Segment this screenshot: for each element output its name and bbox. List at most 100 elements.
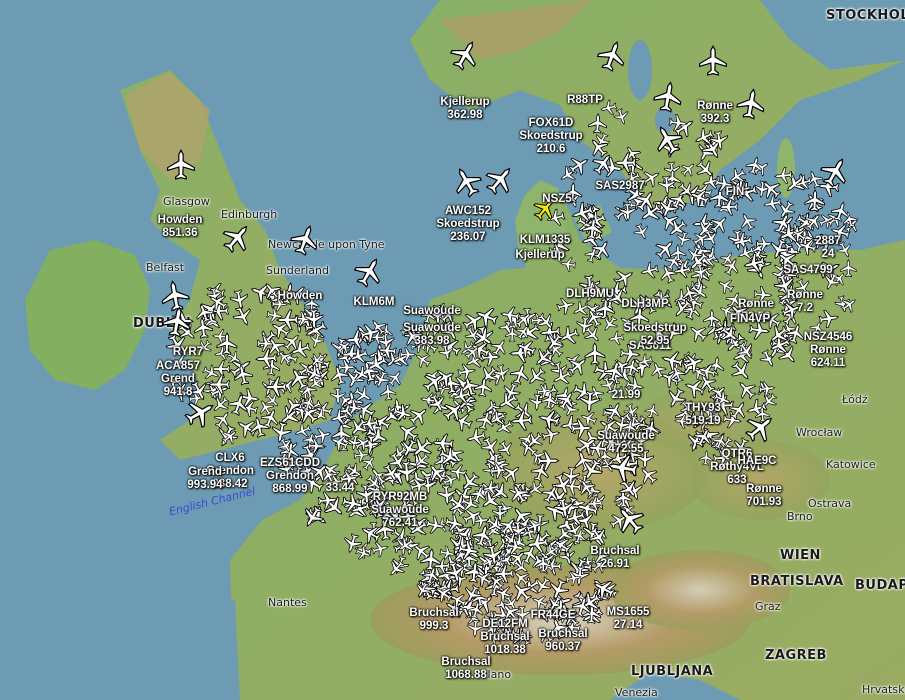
flight-label[interactable]: DLH3MP xyxy=(621,298,668,311)
aircraft-icon[interactable] xyxy=(395,460,419,484)
aircraft-icon[interactable] xyxy=(697,45,729,77)
aircraft-icon[interactable] xyxy=(509,409,533,432)
flight-label[interactable]: R88TP xyxy=(567,94,603,107)
flight-label[interactable]: Rønne 701.93 xyxy=(746,483,782,509)
aircraft-icon[interactable] xyxy=(709,214,730,235)
flight-label[interactable]: SAS4799 xyxy=(783,264,832,277)
flight-label[interactable]: ACA857 Grend 941.8 xyxy=(156,360,200,399)
aircraft-icon[interactable] xyxy=(365,474,383,492)
aircraft-icon[interactable] xyxy=(575,316,594,336)
aircraft-icon[interactable] xyxy=(456,539,480,562)
aircraft-icon[interactable] xyxy=(414,351,432,369)
aircraft-icon[interactable] xyxy=(397,536,416,554)
aircraft-icon[interactable] xyxy=(601,314,619,333)
flight-label[interactable]: Rønne 7.2 xyxy=(787,289,823,315)
aircraft-icon[interactable] xyxy=(489,410,507,428)
aircraft-icon[interactable] xyxy=(603,360,626,384)
flight-label[interactable]: Kjellerup 362.98 xyxy=(440,96,489,122)
flight-label[interactable]: Kjellerup xyxy=(515,249,564,262)
aircraft-icon[interactable] xyxy=(399,346,416,363)
aircraft-icon[interactable] xyxy=(462,584,483,604)
aircraft-icon[interactable] xyxy=(697,373,717,393)
flight-label[interactable]: Suawoude xyxy=(403,305,461,318)
aircraft-icon[interactable] xyxy=(544,332,565,353)
aircraft-icon[interactable] xyxy=(354,435,371,452)
aircraft-icon[interactable] xyxy=(353,256,385,288)
aircraft-icon[interactable] xyxy=(819,156,851,188)
aircraft-icon[interactable] xyxy=(330,433,350,452)
flight-label[interactable]: Bruchsal 999.3 xyxy=(409,607,458,633)
aircraft-icon[interactable] xyxy=(536,312,556,332)
aircraft-icon[interactable] xyxy=(276,349,293,366)
aircraft-icon[interactable] xyxy=(515,324,531,341)
aircraft-icon[interactable] xyxy=(693,427,714,449)
aircraft-icon[interactable] xyxy=(533,576,552,595)
aircraft-icon[interactable] xyxy=(497,440,515,458)
flight-label[interactable]: NSZ4546 Rønne 624.11 xyxy=(804,331,853,370)
aircraft-icon[interactable] xyxy=(568,154,590,176)
flight-label[interactable]: 33.44 xyxy=(326,482,355,495)
aircraft-icon[interactable] xyxy=(839,296,858,314)
aircraft-icon[interactable] xyxy=(536,449,561,473)
aircraft-icon[interactable] xyxy=(592,577,616,601)
aircraft-icon[interactable] xyxy=(459,471,481,493)
aircraft-icon[interactable] xyxy=(689,187,711,208)
flight-label[interactable]: RYR92MB Suawoude 762.41 xyxy=(371,491,429,530)
aircraft-icon[interactable] xyxy=(512,569,530,587)
aircraft-icon[interactable] xyxy=(301,504,325,529)
aircraft-icon[interactable] xyxy=(263,375,288,399)
aircraft-icon[interactable] xyxy=(464,325,482,344)
aircraft-icon[interactable] xyxy=(613,151,637,174)
aircraft-icon[interactable] xyxy=(694,127,715,148)
aircraft-icon[interactable] xyxy=(686,245,703,263)
flight-label[interactable]: HAE9C xyxy=(738,455,777,468)
aircraft-icon[interactable] xyxy=(229,289,250,310)
aircraft-icon[interactable] xyxy=(596,40,628,72)
aircraft-icon[interactable] xyxy=(803,189,827,213)
aircraft-icon[interactable] xyxy=(441,472,459,489)
aircraft-icon[interactable] xyxy=(680,284,699,304)
aircraft-icon[interactable] xyxy=(427,392,448,414)
aircraft-icon[interactable] xyxy=(578,390,601,414)
aircraft-icon[interactable] xyxy=(525,532,549,555)
flight-label[interactable]: RYR7 xyxy=(173,346,203,359)
aircraft-icon[interactable] xyxy=(215,332,239,356)
aircraft-icon[interactable] xyxy=(633,223,650,240)
aircraft-icon[interactable] xyxy=(354,545,371,561)
aircraft-icon[interactable] xyxy=(552,367,573,387)
aircraft-icon[interactable] xyxy=(410,436,434,460)
aircraft-icon[interactable] xyxy=(736,379,757,400)
aircraft-icon[interactable] xyxy=(736,340,756,361)
flight-label[interactable]: EZS61CDD Grendon 868.99 xyxy=(260,457,320,496)
flight-label[interactable]: Skoedstrup 52.95 xyxy=(623,322,686,348)
aircraft-icon[interactable] xyxy=(688,323,709,343)
aircraft-icon[interactable] xyxy=(422,566,441,586)
aircraft-icon[interactable] xyxy=(307,437,326,455)
aircraft-icon[interactable] xyxy=(571,528,587,545)
aircraft-icon[interactable] xyxy=(488,573,505,590)
aircraft-icon[interactable] xyxy=(165,149,197,181)
aircraft-icon[interactable] xyxy=(452,386,473,406)
aircraft-icon[interactable] xyxy=(227,393,250,417)
aircraft-icon[interactable] xyxy=(422,370,446,394)
flight-label[interactable]: 21.99 xyxy=(612,389,641,402)
aircraft-icon[interactable] xyxy=(353,385,373,405)
aircraft-icon[interactable] xyxy=(588,137,609,159)
aircraft-icon[interactable] xyxy=(735,88,767,120)
aircraft-icon[interactable] xyxy=(640,261,659,280)
flight-label[interactable]: AWC152 Skoedstrup 236.07 xyxy=(436,205,499,244)
aircraft-icon[interactable] xyxy=(538,408,561,431)
aircraft-icon[interactable] xyxy=(329,365,350,386)
aircraft-icon[interactable] xyxy=(501,382,521,402)
flight-label[interactable]: Grend 993.94 xyxy=(187,466,222,492)
flight-tracker-map[interactable]: STOCKHOLM Glasgow Edinburgh Newcastle upon … xyxy=(0,0,905,700)
aircraft-icon[interactable] xyxy=(524,517,543,535)
aircraft-icon[interactable] xyxy=(591,239,613,261)
aircraft-icon[interactable] xyxy=(791,227,808,243)
aircraft-icon[interactable] xyxy=(484,515,504,534)
flight-label[interactable]: FIN4VP xyxy=(730,313,770,326)
aircraft-icon[interactable] xyxy=(744,412,776,444)
flight-label[interactable]: Suawoude 383.98 xyxy=(403,322,461,348)
flight-label[interactable]: DE12FM Bruchsal 1018.38 xyxy=(480,618,529,657)
aircraft-icon[interactable] xyxy=(308,331,325,349)
